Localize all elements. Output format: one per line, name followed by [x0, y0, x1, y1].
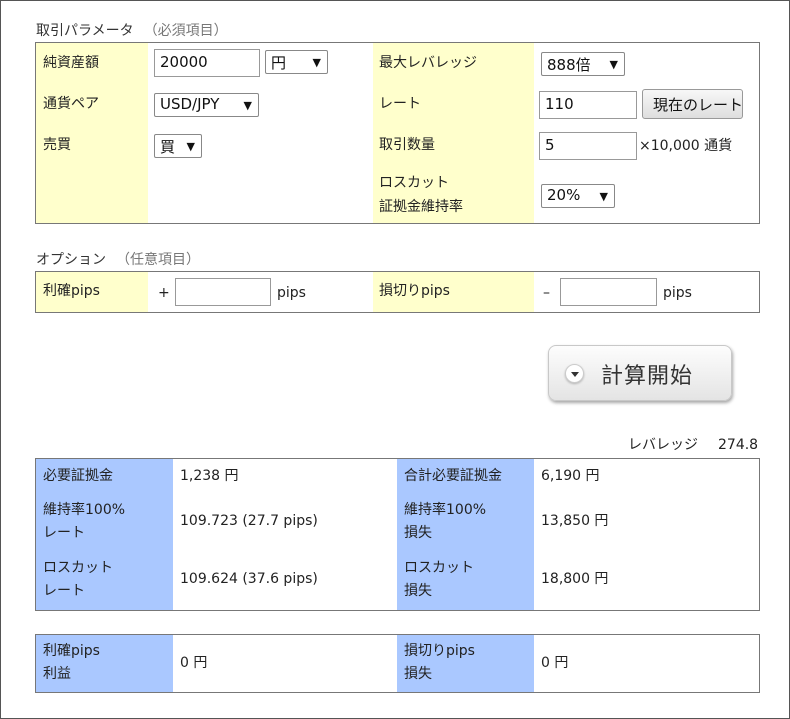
losscut-value: 20%: [547, 186, 581, 204]
dropdown-arrow-icon: ▼: [243, 99, 252, 112]
currency-unit-select[interactable]: 円 ▼: [265, 50, 328, 74]
params-subtitle: （必須項目）: [143, 23, 228, 39]
sl-pips-label: 損切りpips: [379, 283, 450, 299]
options-section-title: オプション （任意項目）: [36, 249, 200, 269]
pair-label: 通貨ペア: [43, 96, 99, 112]
chevron-down-icon: [565, 364, 584, 383]
quantity-label: 取引数量: [379, 137, 435, 153]
losscut-rate-label-2: レート: [43, 583, 85, 599]
losscut-rate-value: 109.624 (37.6 pips): [180, 571, 318, 587]
side-select[interactable]: 買 ▼: [154, 134, 202, 158]
tp-profit-value: 0 円: [180, 655, 208, 671]
losscut-label-2: 証拠金維持率: [379, 199, 463, 215]
maint100-rate-label-2: レート: [43, 525, 85, 541]
required-margin-value: 1,238 円: [180, 468, 239, 484]
maint100-loss-label-1: 維持率100%: [404, 502, 487, 518]
leverage-result-label: レバレッジ: [628, 437, 698, 453]
required-margin-label: 必要証拠金: [43, 468, 113, 484]
rate-input[interactable]: 110: [539, 91, 637, 119]
dropdown-arrow-icon: ▼: [312, 56, 321, 69]
tp-profit-label-2: 利益: [43, 666, 71, 682]
options-title: オプション: [36, 252, 106, 268]
sl-pips-unit: pips: [663, 285, 692, 301]
calculate-button[interactable]: 計算開始: [548, 345, 732, 401]
rate-label: レート: [379, 96, 421, 112]
maint100-loss-value: 13,850 円: [541, 513, 609, 529]
side-label: 売買: [43, 137, 71, 153]
sl-loss-label-1: 損切りpips: [404, 643, 475, 659]
max-leverage-label: 最大レバレッジ: [379, 55, 477, 71]
sl-sign: –: [543, 285, 550, 301]
dropdown-arrow-icon: ▼: [186, 140, 195, 153]
losscut-loss-label-1: ロスカット: [404, 560, 474, 576]
max-leverage-select[interactable]: 888倍 ▼: [541, 52, 625, 76]
results-box: 必要証拠金 1,238 円 合計必要証拠金 6,190 円 維持率100% レー…: [35, 458, 760, 611]
pair-select[interactable]: USD/JPY ▼: [154, 93, 259, 117]
losscut-loss-value: 18,800 円: [541, 571, 609, 587]
leverage-result-value: 274.8: [718, 437, 759, 453]
losscut-rate-label-1: ロスカット: [43, 560, 113, 576]
tp-pips-label: 利確pips: [43, 283, 100, 299]
params-title: 取引パラメータ: [36, 23, 134, 39]
tp-sign: +: [158, 285, 170, 301]
losscut-select[interactable]: 20% ▼: [541, 184, 615, 208]
dropdown-arrow-icon: ▼: [599, 190, 608, 203]
params-section-title: 取引パラメータ （必須項目）: [36, 20, 228, 40]
maint100-loss-label-2: 損失: [404, 525, 432, 541]
sl-loss-label-2: 損失: [404, 666, 432, 682]
sl-loss-value: 0 円: [541, 655, 569, 671]
side-value: 買: [160, 138, 176, 156]
sl-pips-input[interactable]: [560, 278, 657, 306]
losscut-loss-label-2: 損失: [404, 583, 432, 599]
max-leverage-value: 888倍: [547, 56, 591, 74]
options-subtitle: （任意項目）: [116, 252, 200, 268]
tp-pips-input[interactable]: [175, 278, 271, 306]
options-box: 利確pips + pips 損切りpips – pips: [35, 271, 760, 313]
net-assets-label: 純資産額: [43, 55, 99, 71]
params-box: 純資産額 20000 円 ▼ 最大レバレッジ 888倍 ▼ 通貨ペア USD/JPY…: [35, 42, 760, 224]
dropdown-arrow-icon: ▼: [609, 58, 618, 71]
quantity-unit: ×10,000 通貨: [639, 138, 733, 154]
total-margin-value: 6,190 円: [541, 468, 600, 484]
losscut-label-1: ロスカット: [379, 175, 449, 191]
pair-value: USD/JPY: [160, 95, 220, 113]
currency-unit-value: 円: [271, 54, 287, 72]
tp-pips-unit: pips: [277, 285, 306, 301]
quantity-input[interactable]: 5: [539, 132, 637, 160]
total-margin-label: 合計必要証拠金: [404, 468, 502, 484]
tp-profit-label-1: 利確pips: [43, 643, 100, 659]
maint100-rate-label-1: 維持率100%: [43, 502, 126, 518]
net-assets-input[interactable]: 20000: [154, 49, 260, 77]
maint100-rate-value: 109.723 (27.7 pips): [180, 513, 318, 529]
pnl-box: 利確pips 利益 0 円 損切りpips 損失 0 円: [35, 634, 760, 693]
calculate-button-label: 計算開始: [601, 364, 694, 389]
current-rate-button[interactable]: 現在のレート: [642, 89, 743, 119]
